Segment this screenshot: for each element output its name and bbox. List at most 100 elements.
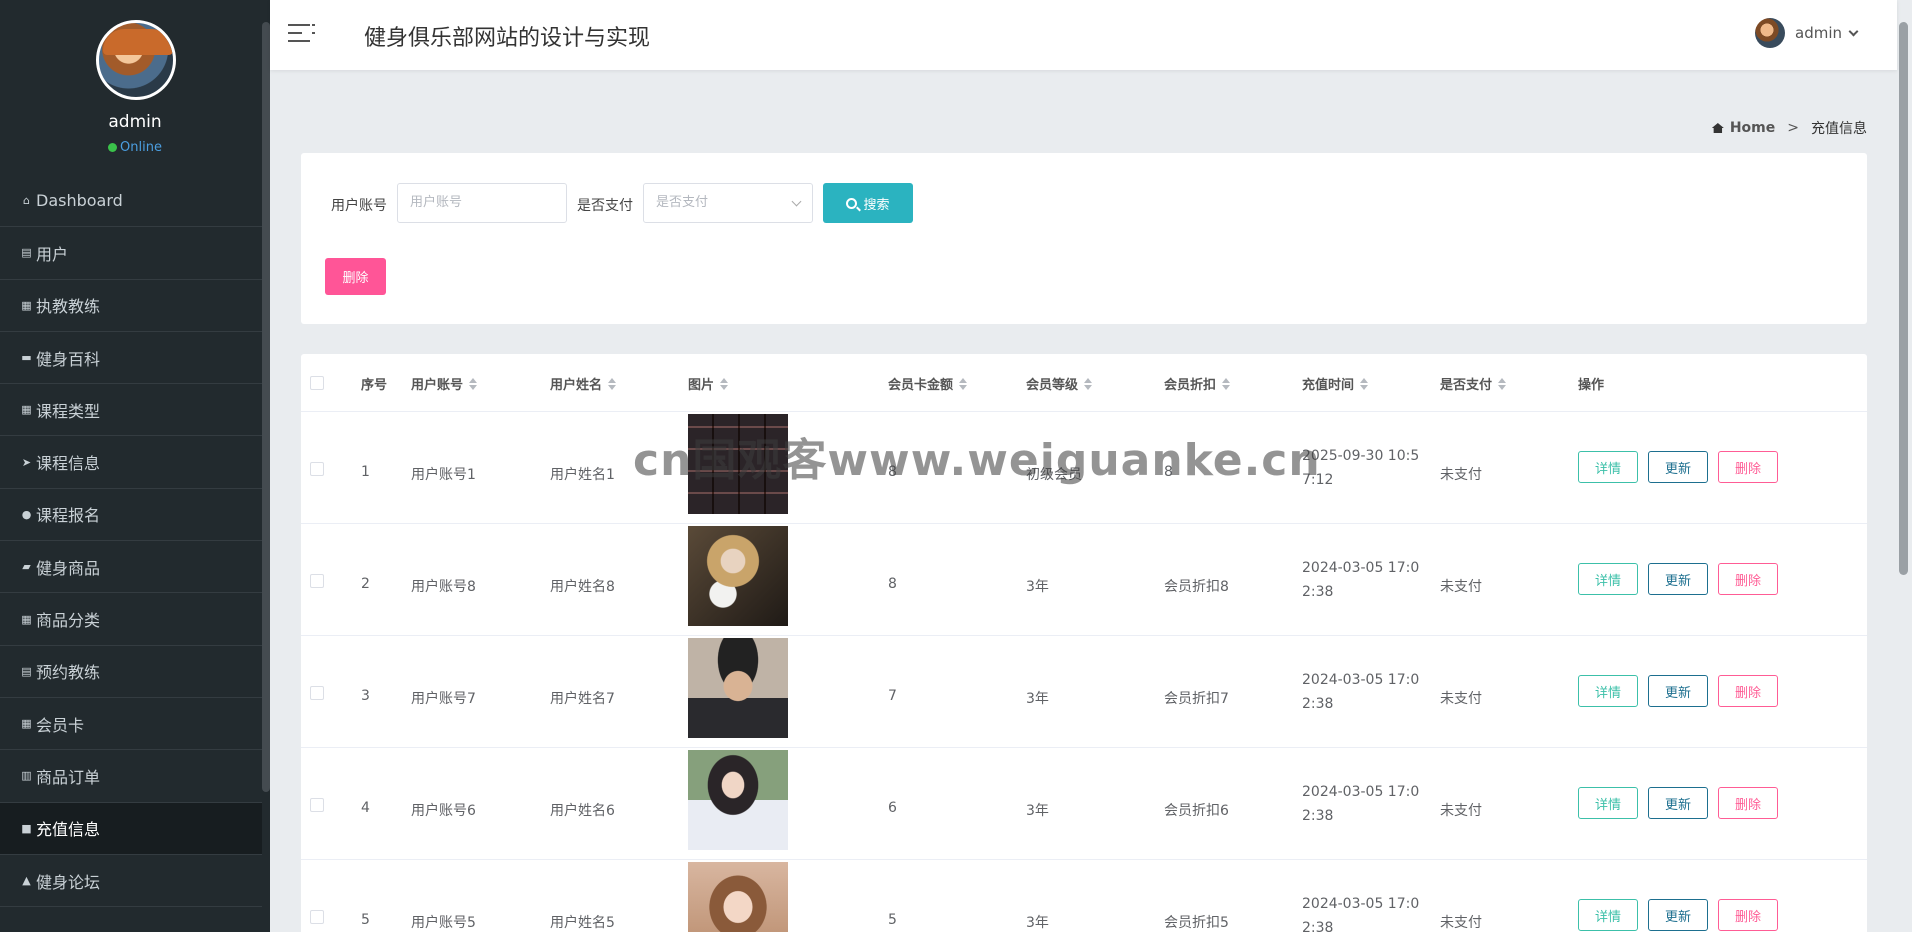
girl-white-shirt-photo[interactable] [688, 750, 788, 850]
update-button[interactable]: 更新 [1648, 451, 1708, 483]
detail-button[interactable]: 详情 [1578, 563, 1638, 595]
sidebar-item[interactable]: ▰ 健身商品 [0, 541, 262, 594]
col-account-label: 用户账号 [411, 378, 464, 393]
bulk-delete-button[interactable]: 删除 [325, 258, 386, 295]
col-name[interactable]: 用户姓名 [550, 374, 617, 393]
sidebar-item-label: 商品分类 [36, 611, 101, 631]
row-checkbox[interactable] [310, 462, 324, 476]
sidebar-item[interactable]: ▤ 预约教练 [0, 646, 262, 698]
update-button[interactable]: 更新 [1648, 563, 1708, 595]
update-label: 更新 [1664, 797, 1691, 813]
col-discount[interactable]: 会员折扣 [1164, 374, 1231, 393]
cell-level: 3年 [1026, 691, 1049, 707]
cell-index: 4 [361, 800, 370, 816]
select-all-checkbox[interactable] [310, 376, 324, 390]
sidebar-scrollbar[interactable] [262, 22, 270, 792]
table-row: 5 用户账号5 用户姓名5 5 3年 会员折扣5 2024-03-05 17:02:38 未支… [301, 860, 1867, 932]
detail-button[interactable]: 详情 [1578, 451, 1638, 483]
cell-paid: 未支付 [1440, 915, 1482, 931]
detail-label: 详情 [1594, 685, 1621, 701]
sort-icon[interactable] [720, 377, 729, 390]
sidebar-item[interactable]: ▬ 健身百科 [0, 332, 262, 385]
sidebar-item[interactable]: ▥ 商品订单 [0, 750, 262, 803]
cell-index: 2 [361, 576, 370, 592]
menu-toggle-icon[interactable] [288, 24, 315, 44]
young-man-photo[interactable] [688, 638, 788, 738]
col-time[interactable]: 充值时间 [1302, 374, 1369, 393]
delete-label: 删除 [1734, 461, 1761, 477]
delete-button[interactable]: 删除 [1718, 451, 1778, 483]
search-icon [846, 197, 858, 209]
cell-discount: 会员折扣6 [1164, 803, 1229, 819]
sidebar-item[interactable]: ▤ 用户 [0, 227, 262, 280]
row-checkbox[interactable] [310, 798, 324, 812]
sort-icon[interactable] [1222, 377, 1231, 390]
search-button-label: 搜索 [863, 197, 890, 213]
col-image[interactable]: 图片 [688, 374, 729, 393]
cell-paid: 未支付 [1440, 691, 1482, 707]
col-level[interactable]: 会员等级 [1026, 374, 1093, 393]
cell-amount: 6 [888, 800, 897, 816]
col-image-label: 图片 [688, 378, 715, 393]
page-scrollbar[interactable] [1899, 22, 1908, 575]
detail-button[interactable]: 详情 [1578, 899, 1638, 931]
detail-button[interactable]: 详情 [1578, 787, 1638, 819]
table-row: 2 用户账号8 用户姓名8 8 3年 会员折扣8 2024-03-05 17:02:38 未支… [301, 524, 1867, 636]
cell-account: 用户账号7 [411, 691, 476, 707]
cell-account: 用户账号1 [411, 467, 476, 483]
paid-select[interactable]: 是否支付 [643, 183, 813, 223]
bulk-delete-label: 删除 [342, 271, 369, 286]
sidebar-item[interactable]: ▦ 会员卡 [0, 698, 262, 751]
cell-name: 用户姓名5 [550, 915, 615, 931]
girl-portrait-photo[interactable] [688, 862, 788, 932]
cell-level: 3年 [1026, 803, 1049, 819]
paper-plane-icon: ➤ [21, 455, 32, 469]
delete-button[interactable]: 删除 [1718, 563, 1778, 595]
sidebar-item-label: 会员卡 [36, 715, 85, 735]
sidebar-item[interactable]: ➤ 课程信息 [0, 436, 262, 489]
account-search-input[interactable]: 用户账号 [397, 183, 567, 223]
user-menu[interactable]: admin [1755, 18, 1859, 48]
cell-time: 2024-03-05 17:02:38 [1302, 560, 1420, 600]
col-account[interactable]: 用户账号 [411, 374, 478, 393]
girl-with-cat-photo[interactable] [688, 526, 788, 626]
delete-button[interactable]: 删除 [1718, 675, 1778, 707]
avatar[interactable] [96, 20, 176, 100]
row-checkbox[interactable] [310, 686, 324, 700]
table-row: 3 用户账号7 用户姓名7 7 3年 会员折扣7 2024-03-05 17:02:38 未支… [301, 636, 1867, 748]
sidebar-item-label: 课程信息 [36, 454, 101, 474]
sidebar-item[interactable]: ● 课程报名 [0, 489, 262, 542]
row-checkbox[interactable] [310, 910, 324, 924]
cell-name: 用户姓名8 [550, 579, 615, 595]
sidebar-item[interactable]: ▲ 健身论坛 [0, 855, 262, 908]
row-checkbox[interactable] [310, 574, 324, 588]
video-icon: ▰ [22, 560, 31, 574]
update-button[interactable]: 更新 [1648, 675, 1708, 707]
sort-icon[interactable] [469, 377, 478, 390]
detail-button[interactable]: 详情 [1578, 675, 1638, 707]
sort-icon[interactable] [1360, 377, 1369, 390]
sort-icon[interactable] [608, 377, 617, 390]
sidebar-item[interactable]: ⌂ Dashboard [0, 175, 262, 228]
update-button[interactable]: 更新 [1648, 787, 1708, 819]
sort-icon[interactable] [1498, 377, 1507, 390]
sort-icon[interactable] [959, 377, 968, 390]
status-label: Online [120, 140, 162, 155]
search-button[interactable]: 搜索 [823, 183, 913, 223]
sidebar-item[interactable]: ■ 充值信息 [0, 802, 262, 855]
update-button[interactable]: 更新 [1648, 899, 1708, 931]
delete-button[interactable]: 删除 [1718, 899, 1778, 931]
breadcrumb-separator: > [1787, 120, 1799, 136]
delete-button[interactable]: 删除 [1718, 787, 1778, 819]
col-paid[interactable]: 是否支付 [1440, 374, 1507, 393]
col-amount[interactable]: 会员卡金额 [888, 374, 968, 393]
sidebar-item-label: 商品订单 [36, 767, 101, 787]
sort-icon[interactable] [1084, 377, 1093, 390]
sidebar-item[interactable]: ▦ 执教教练 [0, 280, 262, 332]
sidebar-item-label: 充值信息 [36, 820, 101, 840]
breadcrumb-home[interactable]: Home [1730, 120, 1775, 136]
site-title: 健身俱乐部网站的设计与实现 [364, 26, 651, 51]
cell-level: 3年 [1026, 915, 1049, 931]
sidebar-item[interactable]: ▦ 商品分类 [0, 593, 262, 646]
sidebar-item[interactable]: ▦ 课程类型 [0, 384, 262, 437]
